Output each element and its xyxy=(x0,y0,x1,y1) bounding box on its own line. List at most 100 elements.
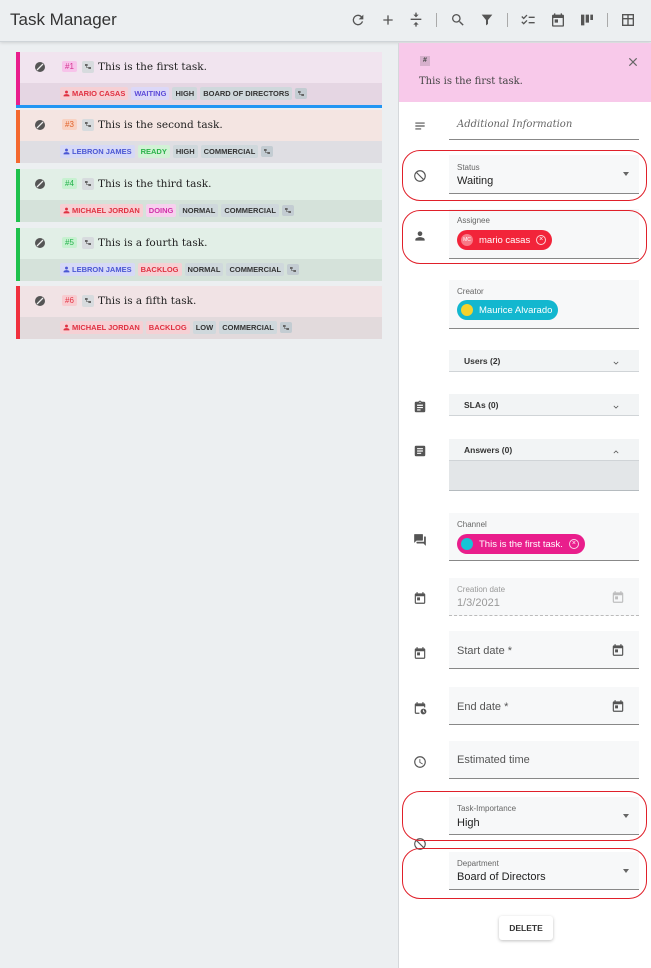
clock-icon xyxy=(413,755,427,769)
status-icon xyxy=(35,179,45,189)
assignee-chip[interactable]: MARIO CASAS xyxy=(60,87,129,100)
chevron-down-icon xyxy=(611,399,621,409)
assignee-name: MICHAEL JORDAN xyxy=(72,206,140,215)
chat-icon xyxy=(413,533,427,547)
estimated-time-field[interactable]: Estimated time xyxy=(449,741,639,779)
status-icon xyxy=(35,238,45,248)
task-tags: LEBRON JAMES BACKLOG NORMAL COMMERCIAL xyxy=(20,259,382,281)
sla-clipboard-icon xyxy=(413,400,427,414)
start-date-field[interactable]: Start date * xyxy=(449,631,639,669)
department-chip[interactable]: COMMERCIAL xyxy=(221,204,279,217)
panel-title[interactable]: This is the first task. xyxy=(419,76,523,87)
subtask-icon[interactable] xyxy=(281,205,294,216)
answers-content xyxy=(449,461,639,491)
calendar-picker-icon[interactable] xyxy=(611,643,625,657)
person-icon xyxy=(63,90,70,97)
calendar-clock-icon xyxy=(413,701,427,715)
subtask-icon[interactable] xyxy=(261,146,274,157)
avatar xyxy=(461,538,473,550)
highlight-department xyxy=(402,848,647,899)
priority-chip[interactable]: LOW xyxy=(192,321,217,334)
subtask-icon[interactable] xyxy=(287,264,300,275)
search-icon[interactable] xyxy=(448,10,468,30)
task-header: #3 This is the second task. xyxy=(20,110,382,141)
status-chip[interactable]: BACKLOG xyxy=(137,263,182,276)
channel-chip[interactable]: This is the first task. × xyxy=(457,534,585,554)
assignee-name: MICHAEL JORDAN xyxy=(72,323,140,332)
department-chip[interactable]: BOARD OF DIRECTORS xyxy=(200,87,293,100)
task-number-badge: # xyxy=(420,56,430,66)
priority-chip[interactable]: HIGH xyxy=(172,87,198,100)
users-expander[interactable]: Users (2) xyxy=(449,350,639,372)
calendar-icon[interactable] xyxy=(548,10,568,30)
answers-expander[interactable]: Answers (0) xyxy=(449,439,639,461)
additional-info-field[interactable]: Additional Information xyxy=(449,110,639,140)
task-title: This is the first task. xyxy=(98,61,208,73)
department-chip[interactable]: COMMERCIAL xyxy=(226,263,285,276)
chevron-up-icon xyxy=(611,444,621,454)
task-tags: MICHAEL JORDAN BACKLOG LOW COMMERCIAL xyxy=(20,317,382,339)
subtask-icon[interactable] xyxy=(82,237,94,249)
remove-chip-icon[interactable]: × xyxy=(568,539,579,549)
table-icon[interactable] xyxy=(618,10,638,30)
chevron-down-icon xyxy=(611,355,621,365)
subtask-icon[interactable] xyxy=(295,88,308,99)
channel-field[interactable]: Channel This is the first task. × xyxy=(449,513,639,561)
status-chip[interactable]: BACKLOG xyxy=(145,321,190,334)
subtask-icon[interactable] xyxy=(82,295,94,307)
calendar-icon xyxy=(413,646,427,660)
refresh-icon[interactable] xyxy=(348,10,368,30)
creator-field[interactable]: Creator Maurice Alvarado xyxy=(449,280,639,329)
task-number: #5 xyxy=(62,237,77,248)
task-number: #4 xyxy=(62,178,77,189)
subtask-icon[interactable] xyxy=(82,178,94,190)
status-chip[interactable]: WAITING xyxy=(131,87,170,100)
creator-chip[interactable]: Maurice Alvarado xyxy=(457,300,559,320)
assignee-chip[interactable]: LEBRON JAMES xyxy=(60,145,135,158)
subtask-icon[interactable] xyxy=(82,61,94,73)
task-header: #6 This is a fifth task. xyxy=(20,286,382,317)
status-chip[interactable]: READY xyxy=(137,145,170,158)
status-chip[interactable]: DOING xyxy=(145,204,177,217)
person-icon xyxy=(63,148,70,155)
add-icon[interactable] xyxy=(378,10,398,30)
task-card[interactable]: #6 This is a fifth task. MICHAEL JORDAN … xyxy=(16,286,382,339)
avatar xyxy=(461,304,473,316)
checklist-icon[interactable] xyxy=(518,10,538,30)
task-title: This is the third task. xyxy=(98,178,212,190)
task-number: #3 xyxy=(62,119,77,130)
close-icon[interactable] xyxy=(626,55,640,69)
priority-chip[interactable]: NORMAL xyxy=(179,204,219,217)
task-number: #6 xyxy=(62,295,77,306)
collapse-icon[interactable] xyxy=(406,10,426,30)
task-number: #1 xyxy=(62,61,77,72)
task-card[interactable]: #3 This is the second task. LEBRON JAMES… xyxy=(16,110,382,163)
department-chip[interactable]: COMMERCIAL xyxy=(219,321,277,334)
end-date-field[interactable]: End date * xyxy=(449,687,639,725)
board-icon[interactable] xyxy=(577,10,597,30)
task-card[interactable]: #4 This is the third task. MICHAEL JORDA… xyxy=(16,169,382,222)
slas-expander[interactable]: SLAs (0) xyxy=(449,394,639,416)
assignee-name: LEBRON JAMES xyxy=(72,147,132,156)
creation-date-field: Creation date 1/3/2021 xyxy=(449,578,639,616)
department-chip[interactable]: COMMERCIAL xyxy=(200,145,259,158)
subtask-icon[interactable] xyxy=(82,119,94,131)
delete-button[interactable]: DELETE xyxy=(499,916,553,940)
filter-icon[interactable] xyxy=(477,10,497,30)
subtask-icon[interactable] xyxy=(279,322,292,333)
calendar-icon xyxy=(413,591,427,605)
highlight-importance xyxy=(402,791,647,841)
task-card[interactable]: #5 This is a fourth task. LEBRON JAMES B… xyxy=(16,228,382,281)
task-card[interactable]: #1 This is the first task. MARIO CASAS W… xyxy=(16,52,382,108)
priority-chip[interactable]: HIGH xyxy=(172,145,198,158)
task-tags: MARIO CASAS WAITING HIGH BOARD OF DIRECT… xyxy=(20,83,382,105)
task-header: #4 This is the third task. xyxy=(20,169,382,200)
priority-chip[interactable]: NORMAL xyxy=(184,263,224,276)
task-title: This is the second task. xyxy=(98,119,223,131)
assignee-chip[interactable]: MICHAEL JORDAN xyxy=(60,321,143,334)
calendar-picker-icon[interactable] xyxy=(611,699,625,713)
assignee-chip[interactable]: LEBRON JAMES xyxy=(60,263,135,276)
task-tags: LEBRON JAMES READY HIGH COMMERCIAL xyxy=(20,141,382,163)
assignee-chip[interactable]: MICHAEL JORDAN xyxy=(60,204,143,217)
task-title: This is a fifth task. xyxy=(98,295,197,307)
